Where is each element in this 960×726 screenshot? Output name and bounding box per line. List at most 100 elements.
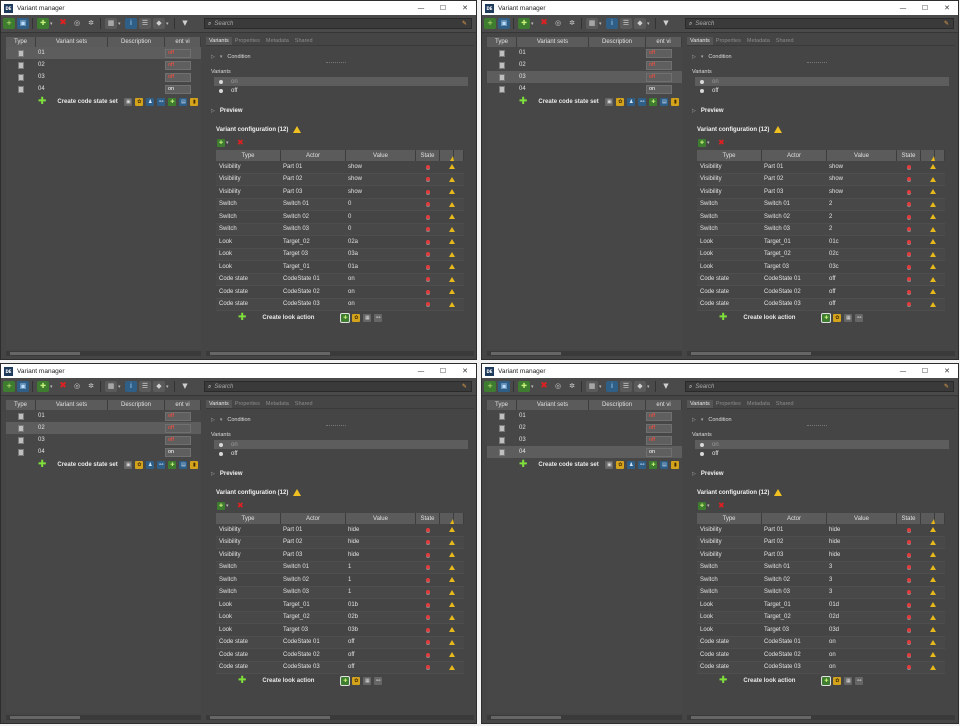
cell-value[interactable]: off: [346, 652, 416, 658]
cell-state[interactable]: [416, 627, 440, 632]
column-header-value[interactable]: Value: [346, 513, 416, 524]
tab-properties[interactable]: Properties: [232, 400, 263, 408]
pin-icon[interactable]: [907, 189, 911, 194]
paint-icon[interactable]: ✿: [833, 677, 842, 685]
close-button[interactable]: ✕: [936, 4, 958, 12]
add-code-state-set-icon[interactable]: ✚: [38, 460, 46, 470]
horizontal-scrollbar[interactable]: [487, 715, 682, 720]
cell-value[interactable]: off: [346, 664, 416, 670]
table-row[interactable]: Look Target 03 03a: [216, 248, 464, 261]
dropdown-arrow-icon[interactable]: ▾: [599, 384, 604, 390]
cell-state[interactable]: [416, 202, 440, 207]
column-header-type[interactable]: Type: [6, 37, 36, 47]
pin-icon[interactable]: [426, 302, 430, 307]
link-icon[interactable]: ⚯: [374, 314, 383, 322]
cell-state[interactable]: [897, 214, 921, 219]
preview-section[interactable]: ▷ Preview: [692, 108, 955, 114]
maximize-button[interactable]: ☐: [914, 367, 936, 375]
cell-value[interactable]: 03a: [346, 251, 416, 257]
variant-set-state-field[interactable]: off: [646, 48, 672, 58]
pin-icon[interactable]: [426, 164, 430, 169]
table-row[interactable]: Code state CodeState 03 off: [216, 661, 464, 674]
variant-set-state-field[interactable]: off: [165, 48, 191, 58]
table-row[interactable]: Visibility Part 01 show: [216, 161, 464, 174]
cell-state[interactable]: [416, 189, 440, 194]
table-row[interactable]: Switch Switch 01 0: [216, 198, 464, 211]
cell-state[interactable]: [416, 164, 440, 169]
cell-value[interactable]: on: [827, 639, 897, 645]
delete-action-button[interactable]: ✖: [237, 502, 244, 510]
cell-value[interactable]: on: [346, 301, 416, 307]
cell-state[interactable]: [897, 640, 921, 645]
cell-state[interactable]: [897, 277, 921, 282]
cell-state[interactable]: [897, 627, 921, 632]
cell-state[interactable]: [897, 602, 921, 607]
column-header-description[interactable]: Description: [108, 400, 165, 410]
person-icon[interactable]: ♟: [146, 461, 155, 469]
add-action-button[interactable]: ✚: [217, 502, 225, 510]
close-button[interactable]: ✕: [454, 367, 476, 375]
paint-icon[interactable]: ✿: [833, 314, 842, 322]
table-row[interactable]: Look Target 03 03c: [697, 261, 945, 274]
column-header-value[interactable]: Value: [346, 150, 416, 161]
close-button[interactable]: ✕: [936, 367, 958, 375]
add-variant-set-button[interactable]: +: [3, 18, 15, 29]
cell-value[interactable]: hide: [346, 539, 416, 545]
dropdown-arrow-icon[interactable]: ▾: [166, 384, 171, 390]
pin-icon[interactable]: [426, 239, 430, 244]
layout-icon[interactable]: ▦: [586, 381, 598, 392]
cell-state[interactable]: [416, 177, 440, 182]
link-icon[interactable]: ⚯: [855, 314, 864, 322]
list-icon[interactable]: ☰: [139, 381, 151, 392]
horizontal-scrollbar[interactable]: [6, 715, 201, 720]
tab-metadata[interactable]: Metadata: [263, 37, 292, 45]
add-code-state-set-icon[interactable]: ✚: [519, 460, 527, 470]
column-header-state[interactable]: State: [897, 150, 921, 161]
cell-state[interactable]: [897, 252, 921, 257]
cell-state[interactable]: [897, 289, 921, 294]
tab-metadata[interactable]: Metadata: [744, 37, 773, 45]
add-variant-set-button[interactable]: +: [3, 381, 15, 392]
cell-value[interactable]: 2: [827, 226, 897, 232]
column-header-actor[interactable]: Actor: [762, 150, 827, 161]
delete-action-button[interactable]: ✖: [718, 502, 725, 510]
cell-value[interactable]: hide: [827, 527, 897, 533]
column-header-type[interactable]: Type: [697, 513, 762, 524]
table-row[interactable]: Visibility Part 01 hide: [697, 524, 945, 537]
pin-icon[interactable]: [907, 652, 911, 657]
cell-state[interactable]: [897, 264, 921, 269]
variant-set-state-field[interactable]: off: [646, 411, 672, 421]
cell-state[interactable]: [416, 640, 440, 645]
cell-value[interactable]: 1: [346, 589, 416, 595]
dropdown-arrow-icon[interactable]: ▾: [166, 21, 171, 27]
column-header-type[interactable]: Type: [216, 513, 281, 524]
add-variant-button[interactable]: ✚: [518, 18, 530, 29]
variant-set-row[interactable]: 03 off: [487, 71, 682, 83]
cell-value[interactable]: show: [346, 189, 416, 195]
cell-state[interactable]: [416, 264, 440, 269]
table-row[interactable]: Switch Switch 03 0: [216, 223, 464, 236]
splitter-handle[interactable]: [326, 425, 346, 428]
table-row[interactable]: Code state CodeState 03 off: [697, 298, 945, 311]
pin-icon[interactable]: [907, 277, 911, 282]
horizontal-scrollbar[interactable]: [6, 351, 201, 356]
list-icon[interactable]: ☰: [620, 18, 632, 29]
info-icon[interactable]: i: [125, 18, 137, 29]
cell-value[interactable]: 0: [346, 214, 416, 220]
cell-state[interactable]: [416, 227, 440, 232]
cell-state[interactable]: [416, 540, 440, 545]
cell-state[interactable]: [897, 189, 921, 194]
variant-set-state-field[interactable]: off: [165, 435, 191, 445]
pin-icon[interactable]: [426, 214, 430, 219]
pin-icon[interactable]: [426, 640, 430, 645]
cell-state[interactable]: [897, 665, 921, 670]
link-icon[interactable]: ⚯: [157, 461, 166, 469]
tab-variants[interactable]: Variants: [206, 400, 232, 408]
paint-icon[interactable]: ✿: [352, 314, 361, 322]
pin-icon[interactable]: [907, 552, 911, 557]
filter-icon[interactable]: ▼: [660, 381, 672, 392]
column-header-actor[interactable]: Actor: [281, 150, 346, 161]
tab-shared[interactable]: Shared: [773, 400, 797, 408]
cell-state[interactable]: [897, 590, 921, 595]
radio-button[interactable]: [700, 88, 704, 93]
